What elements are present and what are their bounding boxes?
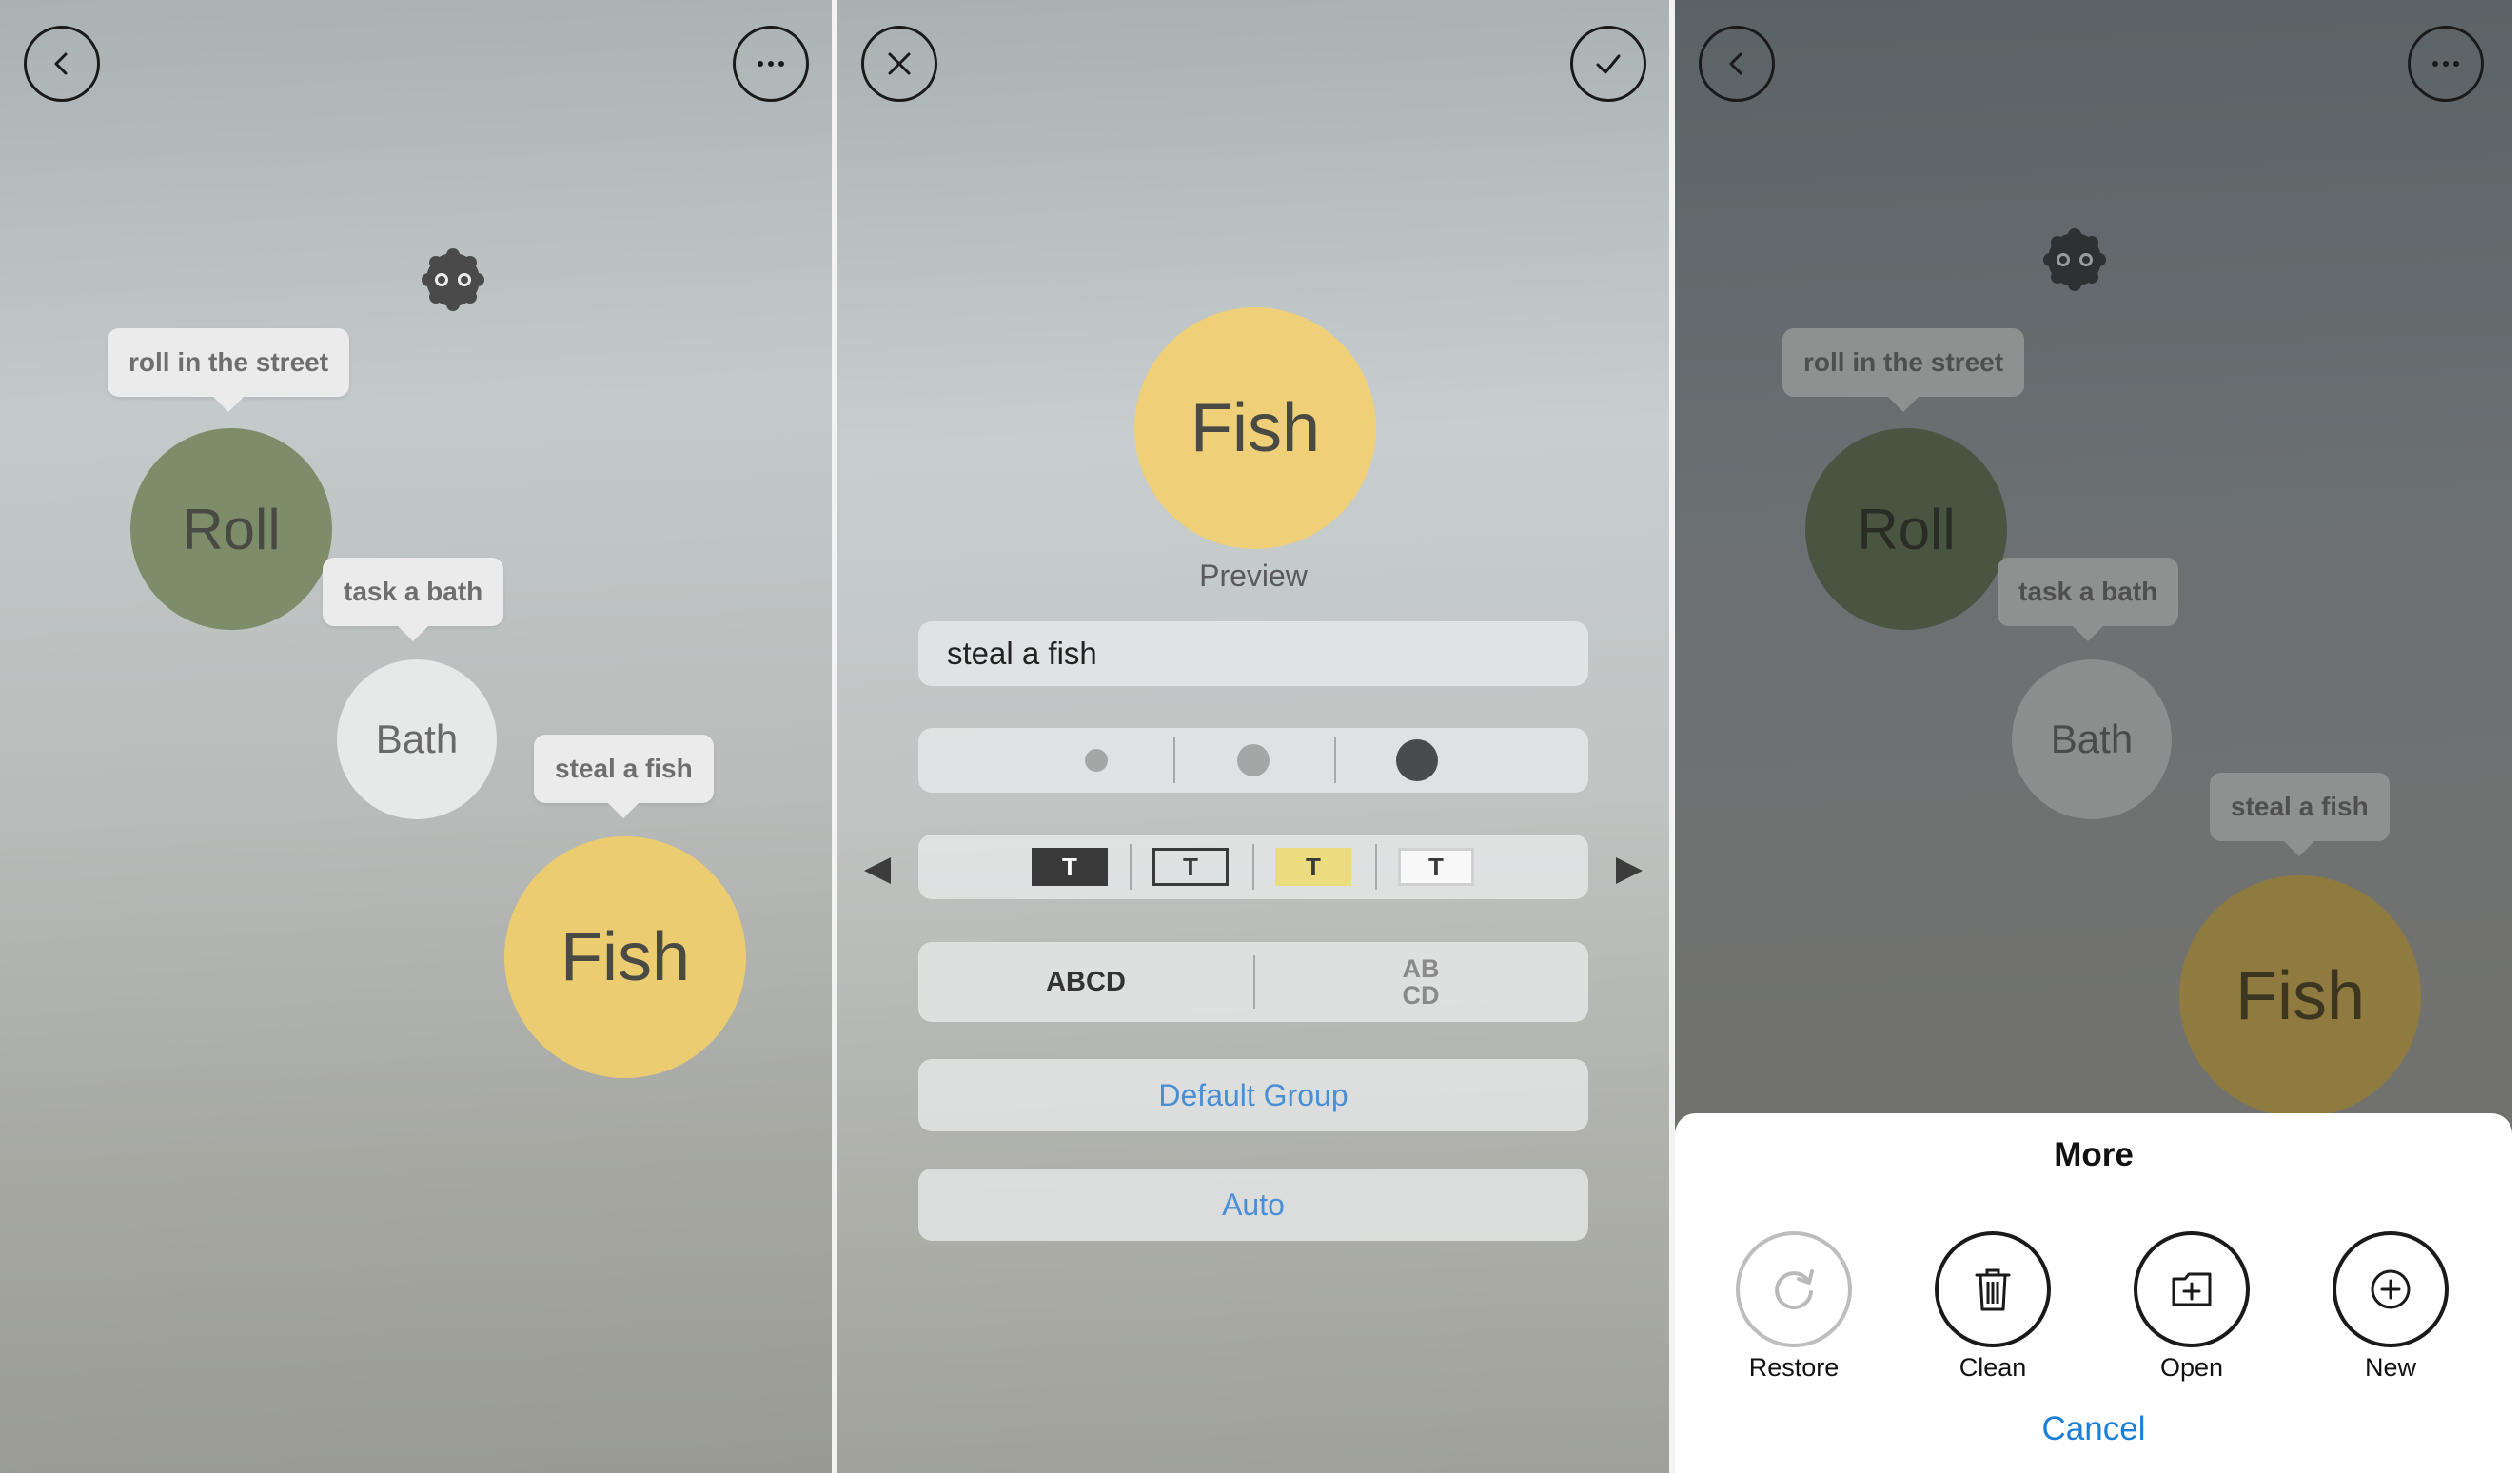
node-fish: Fish <box>2179 875 2421 1117</box>
ellipsis-icon <box>758 61 784 67</box>
chevron-left-icon <box>1729 52 1742 75</box>
confirm-button[interactable] <box>1570 26 1646 102</box>
node-tooltip-fish: steal a fish <box>534 735 714 818</box>
node-roll[interactable]: Roll <box>130 428 332 630</box>
node-tooltip-bath: task a bath <box>323 558 504 641</box>
mindmap-screen: roll in the street Roll task a bath Bath… <box>0 0 832 1473</box>
triangle-left-icon[interactable] <box>860 854 895 888</box>
style-selector: T T T T <box>918 835 1588 899</box>
style-option-dark[interactable]: T <box>1032 848 1108 886</box>
soot-sprite-icon <box>2043 228 2106 291</box>
preview-bubble: Fish <box>1134 307 1376 549</box>
node-tooltip-bath: task a bath <box>1998 558 2179 641</box>
node-roll: Roll <box>1805 428 2007 630</box>
layout-line-1: AB <box>1402 954 1440 983</box>
plus-icon <box>2371 1269 2411 1309</box>
preview-caption: Preview <box>1199 559 1308 593</box>
node-label: Bath <box>2050 717 2134 761</box>
layout-line-2: CD <box>1402 981 1440 1010</box>
more-button[interactable] <box>733 26 809 102</box>
size-option-small[interactable] <box>1085 749 1108 772</box>
layout-selector: ABCD AB CD <box>918 942 1588 1022</box>
more-action-sheet: More Restore Clean Open New Cancel <box>1675 1113 2512 1473</box>
cancel-button[interactable] <box>861 26 937 102</box>
clean-action[interactable]: Clean <box>1917 1231 2069 1383</box>
folder-add-icon <box>2172 1272 2212 1306</box>
node-tooltip-roll: roll in the street <box>108 328 350 412</box>
open-action[interactable]: Open <box>2116 1231 2268 1383</box>
clean-label: Clean <box>1959 1353 2027 1382</box>
text-input-field[interactable]: steal a fish <box>918 621 1588 686</box>
open-button[interactable] <box>2134 1231 2250 1347</box>
node-editor-screen: Fish Preview steal a fish T T T T ABCD A… <box>837 0 1669 1473</box>
segment-divider <box>1334 737 1336 783</box>
more-button[interactable] <box>2408 26 2484 102</box>
group-button[interactable]: Default Group <box>918 1059 1588 1131</box>
style-option-light[interactable]: T <box>1398 848 1474 886</box>
style-option-outline[interactable]: T <box>1152 848 1229 886</box>
restore-label: Restore <box>1748 1353 1840 1382</box>
back-button[interactable] <box>24 26 100 102</box>
sheet-title: More <box>2054 1136 2134 1173</box>
new-action[interactable]: New <box>2314 1231 2467 1383</box>
restore-button[interactable] <box>1736 1231 1852 1347</box>
new-label: New <box>2364 1353 2416 1382</box>
close-icon <box>888 52 911 75</box>
trash-icon <box>1975 1268 2011 1311</box>
ellipsis-icon <box>2432 61 2459 67</box>
size-selector <box>918 728 1588 793</box>
new-button[interactable] <box>2333 1231 2449 1347</box>
checkmark-icon <box>1596 54 1621 74</box>
node-bath[interactable]: Bath <box>337 659 497 819</box>
clean-button[interactable] <box>1935 1231 2051 1347</box>
more-menu-screen: roll in the street Roll task a bath Bath… <box>1675 0 2512 1473</box>
chevron-left-icon <box>54 52 68 75</box>
size-option-medium[interactable] <box>1237 744 1270 776</box>
text-input-value: steal a fish <box>947 636 1097 671</box>
node-bath: Bath <box>2012 659 2172 819</box>
node-label: Roll <box>1857 497 1956 561</box>
back-button[interactable] <box>1699 26 1775 102</box>
node-tooltip-fish: steal a fish <box>2210 773 2390 856</box>
node-label: Roll <box>182 497 281 561</box>
triangle-right-icon[interactable] <box>1612 854 1646 888</box>
style-option-yellow[interactable]: T <box>1275 848 1351 886</box>
segment-divider <box>1173 737 1175 783</box>
node-tooltip-roll: roll in the street <box>1782 328 2025 412</box>
soot-sprite-icon[interactable] <box>419 246 487 314</box>
cancel-button[interactable]: Cancel <box>1675 1410 2512 1448</box>
size-option-large[interactable] <box>1396 739 1438 781</box>
restore-icon <box>1775 1269 1814 1310</box>
node-label: Bath <box>375 717 459 761</box>
segment-divider <box>1375 844 1377 890</box>
auto-button[interactable]: Auto <box>918 1169 1588 1241</box>
preview-bubble-label: Fish <box>1190 390 1321 466</box>
node-label: Fish <box>2235 958 2366 1034</box>
node-fish[interactable]: Fish <box>504 836 746 1078</box>
open-label: Open <box>2159 1353 2224 1382</box>
restore-action[interactable]: Restore <box>1718 1231 1870 1383</box>
layout-option-single-line[interactable]: ABCD <box>918 942 1253 1022</box>
node-label: Fish <box>560 919 691 995</box>
layout-option-multi-line[interactable]: AB CD <box>1253 955 1588 1009</box>
segment-divider <box>1252 844 1254 890</box>
segment-divider <box>1130 844 1132 890</box>
